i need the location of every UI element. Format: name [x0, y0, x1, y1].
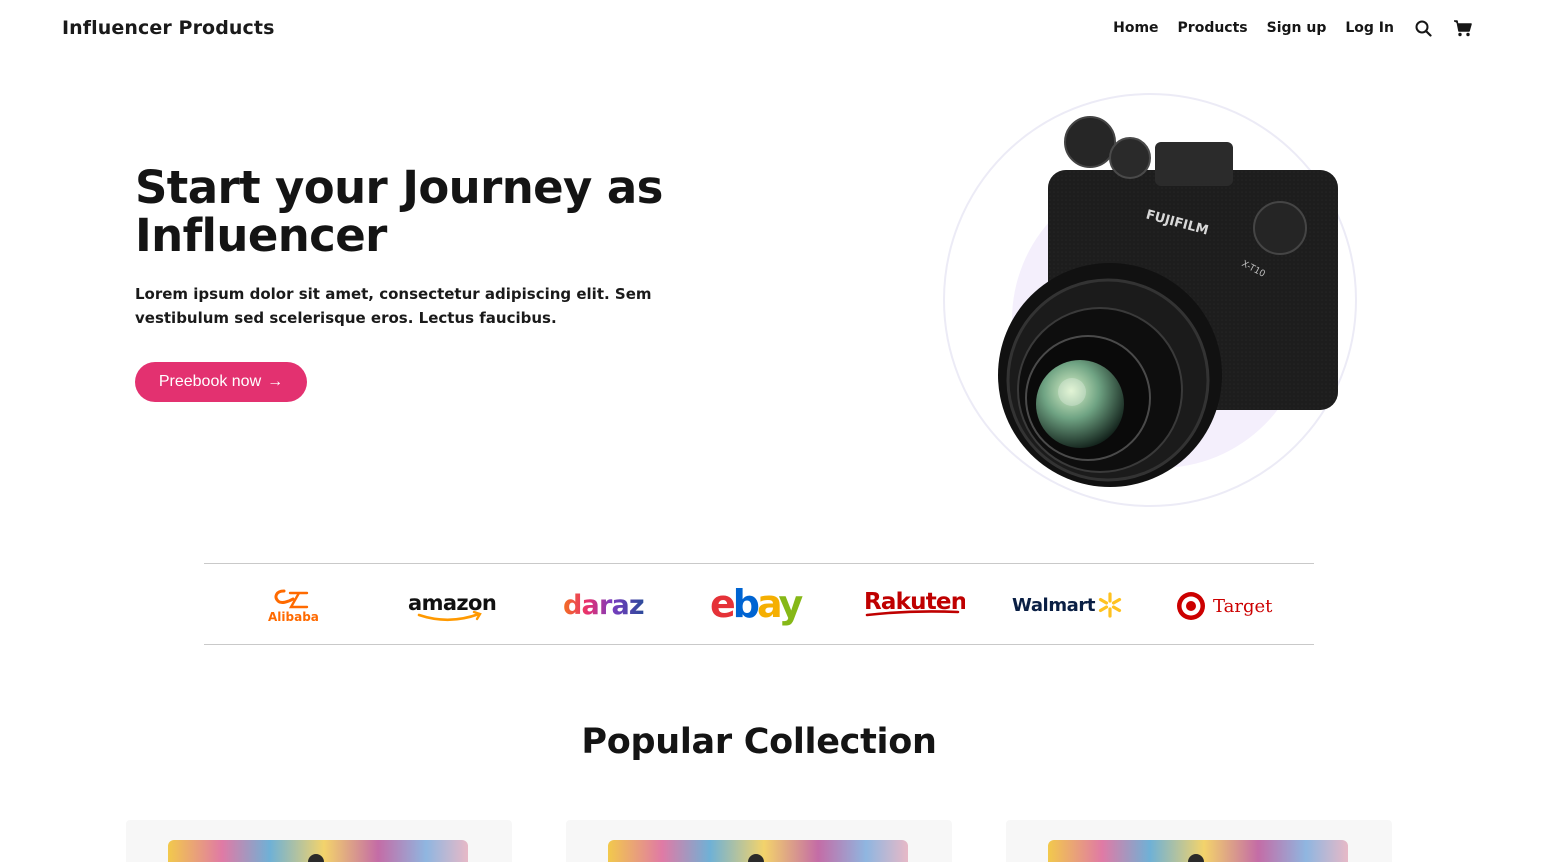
ebay-logo-text: ebay: [710, 582, 803, 626]
walmart-logo[interactable]: Walmart: [1008, 564, 1128, 646]
amazon-logo-text: amazon: [408, 591, 496, 615]
preebook-button[interactable]: Preebook now →: [135, 362, 307, 402]
nav-login[interactable]: Log In: [1345, 20, 1394, 36]
daraz-logo[interactable]: daraz: [551, 564, 659, 646]
target-logo[interactable]: Target: [1170, 564, 1280, 646]
rakuten-logo[interactable]: Rakuten: [856, 564, 969, 646]
ebay-logo[interactable]: ebay: [704, 564, 816, 646]
arrow-right-icon: →: [267, 373, 284, 390]
section-title: Popular Collection: [581, 722, 937, 762]
product-card[interactable]: [1006, 820, 1392, 862]
target-logo-text: Target: [1213, 596, 1273, 617]
hero-title: Start your Journey as Influencer: [135, 161, 663, 262]
partner-logos: Alibaba amazon daraz ebay Rakuten Walmar…: [204, 563, 1314, 645]
nav-products[interactable]: Products: [1178, 20, 1248, 36]
nav-signup[interactable]: Sign up: [1267, 20, 1327, 36]
search-icon[interactable]: [1413, 18, 1433, 38]
product-thumbnail[interactable]: [608, 840, 908, 862]
amazon-logo[interactable]: amazon: [397, 564, 505, 646]
hero-camera-image: FUJIFILM X-T10: [940, 90, 1360, 510]
nav-home[interactable]: Home: [1113, 20, 1158, 36]
hero-description: Lorem ipsum dolor sit amet, consectetur …: [135, 285, 652, 327]
product-thumbnail[interactable]: [168, 840, 468, 862]
product-card[interactable]: [566, 820, 952, 862]
walmart-logo-text: Walmart: [1012, 595, 1096, 616]
alibaba-logo[interactable]: Alibaba: [244, 564, 349, 646]
cart-icon[interactable]: [1452, 18, 1472, 38]
daraz-logo-text: daraz: [563, 590, 644, 621]
main-nav: Home Products Sign up Log In: [1113, 18, 1472, 38]
alibaba-logo-text: Alibaba: [268, 610, 319, 624]
product-thumbnail[interactable]: [1048, 840, 1348, 862]
product-card[interactable]: [126, 820, 512, 862]
brand-title[interactable]: Influencer Products: [62, 17, 274, 39]
preebook-button-label: Preebook now: [158, 373, 262, 390]
